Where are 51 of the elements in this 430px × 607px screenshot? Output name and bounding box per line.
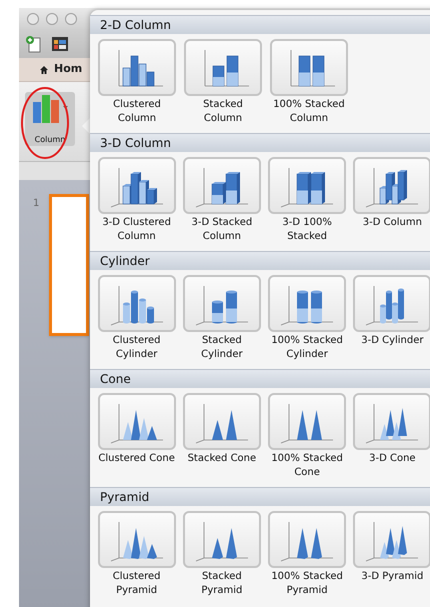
chart-type-label: Clustered Cylinder	[112, 334, 161, 362]
chart-type-label: 3-D Pyramid	[361, 570, 424, 584]
section-header: 2-D Column	[90, 15, 430, 34]
chart-type-label: Clustered Column	[113, 98, 161, 126]
new-document-icon[interactable]	[25, 35, 43, 53]
chart-type-tile[interactable]	[353, 393, 430, 450]
chart-type-label: 100% Stacked Pyramid	[271, 570, 343, 598]
chart-type-label: Clustered Pyramid	[112, 570, 161, 598]
chart-type-label: 100% Stacked Column	[273, 98, 345, 126]
chart-type-tile[interactable]	[353, 511, 430, 568]
layout-icon[interactable]	[51, 35, 69, 53]
section-header: 3-D Column	[90, 133, 430, 152]
chart-type-tile[interactable]	[184, 39, 262, 96]
chart-type-tile[interactable]	[98, 511, 176, 568]
chart-type-tile[interactable]	[353, 157, 430, 214]
slide-thumbnail[interactable]	[49, 194, 90, 336]
slide-number: 1	[33, 197, 40, 211]
chart-type-label: 100% Stacked Cylinder	[271, 334, 343, 362]
chart-type-tile[interactable]	[270, 39, 348, 96]
chart-type-tile[interactable]	[98, 393, 176, 450]
chart-type-tile[interactable]	[98, 275, 176, 332]
chart-type-label: 3-D Clustered Column	[102, 216, 171, 244]
home-icon	[39, 64, 49, 74]
chart-type-tile[interactable]	[268, 511, 346, 568]
chart-type-label: 3-D 100% Stacked	[282, 216, 332, 244]
chart-type-label: 3-D Cylinder	[361, 334, 424, 348]
chart-type-label: Stacked Column	[203, 98, 243, 126]
chart-type-tile[interactable]	[182, 275, 261, 332]
chart-type-tile[interactable]	[268, 157, 346, 214]
chart-type-label: 100% Stacked Cone	[271, 452, 343, 480]
ribbon-tab[interactable]: Hom	[54, 61, 82, 78]
section-header: Cylinder	[90, 251, 430, 270]
chart-type-tile[interactable]	[353, 275, 430, 332]
chart-type-label: Stacked Cylinder	[201, 334, 243, 362]
column-chart-button[interactable]: Column	[25, 92, 75, 146]
chart-type-tile[interactable]	[98, 157, 176, 214]
chart-type-label: 3-D Cone	[369, 452, 416, 466]
chart-type-tile[interactable]	[182, 511, 261, 568]
column-chart-icon	[30, 92, 70, 124]
chart-type-label: 3-D Stacked Column	[192, 216, 252, 244]
chart-type-label: Stacked Cone	[188, 452, 256, 466]
chart-type-label: 3-D Column	[362, 216, 422, 230]
chart-type-label: Clustered Cone	[98, 452, 175, 466]
chart-type-tile[interactable]	[182, 393, 261, 450]
chart-type-label: Stacked Pyramid	[201, 570, 242, 598]
chart-type-tile[interactable]	[268, 393, 346, 450]
chart-type-tile[interactable]	[182, 157, 261, 214]
chart-type-tile[interactable]	[98, 39, 176, 96]
section-header: Cone	[90, 369, 430, 388]
chart-type-tile[interactable]	[268, 275, 346, 332]
section-header: Pyramid	[90, 487, 430, 506]
